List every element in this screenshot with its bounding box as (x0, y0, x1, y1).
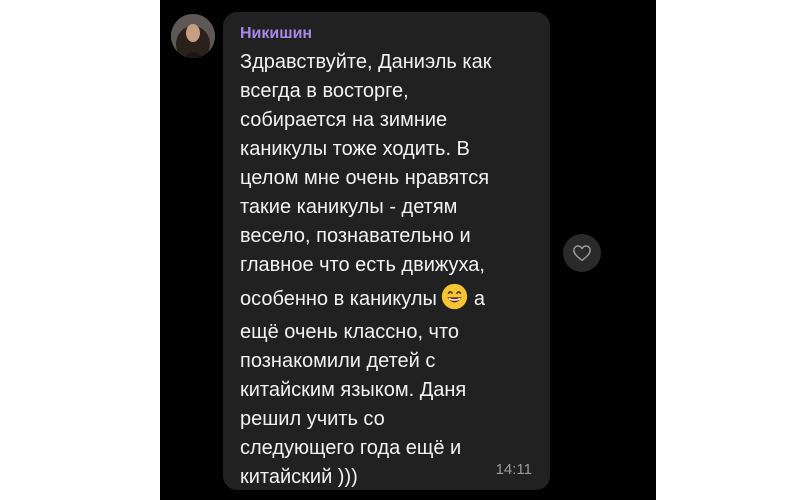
message-line: всегда в восторге, (240, 80, 409, 102)
message-timestamp: 14:11 (495, 461, 532, 478)
message-line-part: а (473, 288, 486, 310)
sender-name[interactable]: Никишин (240, 25, 312, 43)
message-line: китайским языком. Даня (240, 379, 467, 401)
chat-screen: Никишин Здравствуйте, Даниэль как всегда… (160, 0, 656, 500)
like-reaction-button[interactable] (563, 234, 601, 272)
heart-icon (573, 245, 591, 262)
message-line: главное что есть движуха, (240, 254, 485, 276)
avatar[interactable] (171, 14, 215, 58)
grinning-face-emoji (441, 283, 468, 310)
message-line: каникулы тоже ходить. В (240, 138, 470, 160)
message-line: целом мне очень нравятся (240, 167, 490, 189)
message-line: такие каникулы - детям (240, 196, 458, 218)
avatar-image (171, 14, 215, 58)
message-line: Здравствуйте, Даниэль как (240, 51, 492, 73)
message-line: решил учить со (240, 408, 385, 430)
message-bubble[interactable]: Никишин Здравствуйте, Даниэль как всегда… (223, 12, 550, 490)
message-line: ещё очень классно, что (240, 321, 460, 343)
message-line: собирается на зимние (240, 109, 448, 131)
message-line: познакомили детей с (240, 350, 436, 372)
message-line-with-emoji: особенно в каникулы а (240, 280, 540, 318)
message-line: весело, познавательно и (240, 225, 471, 247)
message-line: следующего года ещё и (240, 437, 462, 459)
message-line-part: особенно в каникулы (240, 288, 437, 310)
message-text: Здравствуйте, Даниэль как всегда в восто… (240, 48, 540, 492)
